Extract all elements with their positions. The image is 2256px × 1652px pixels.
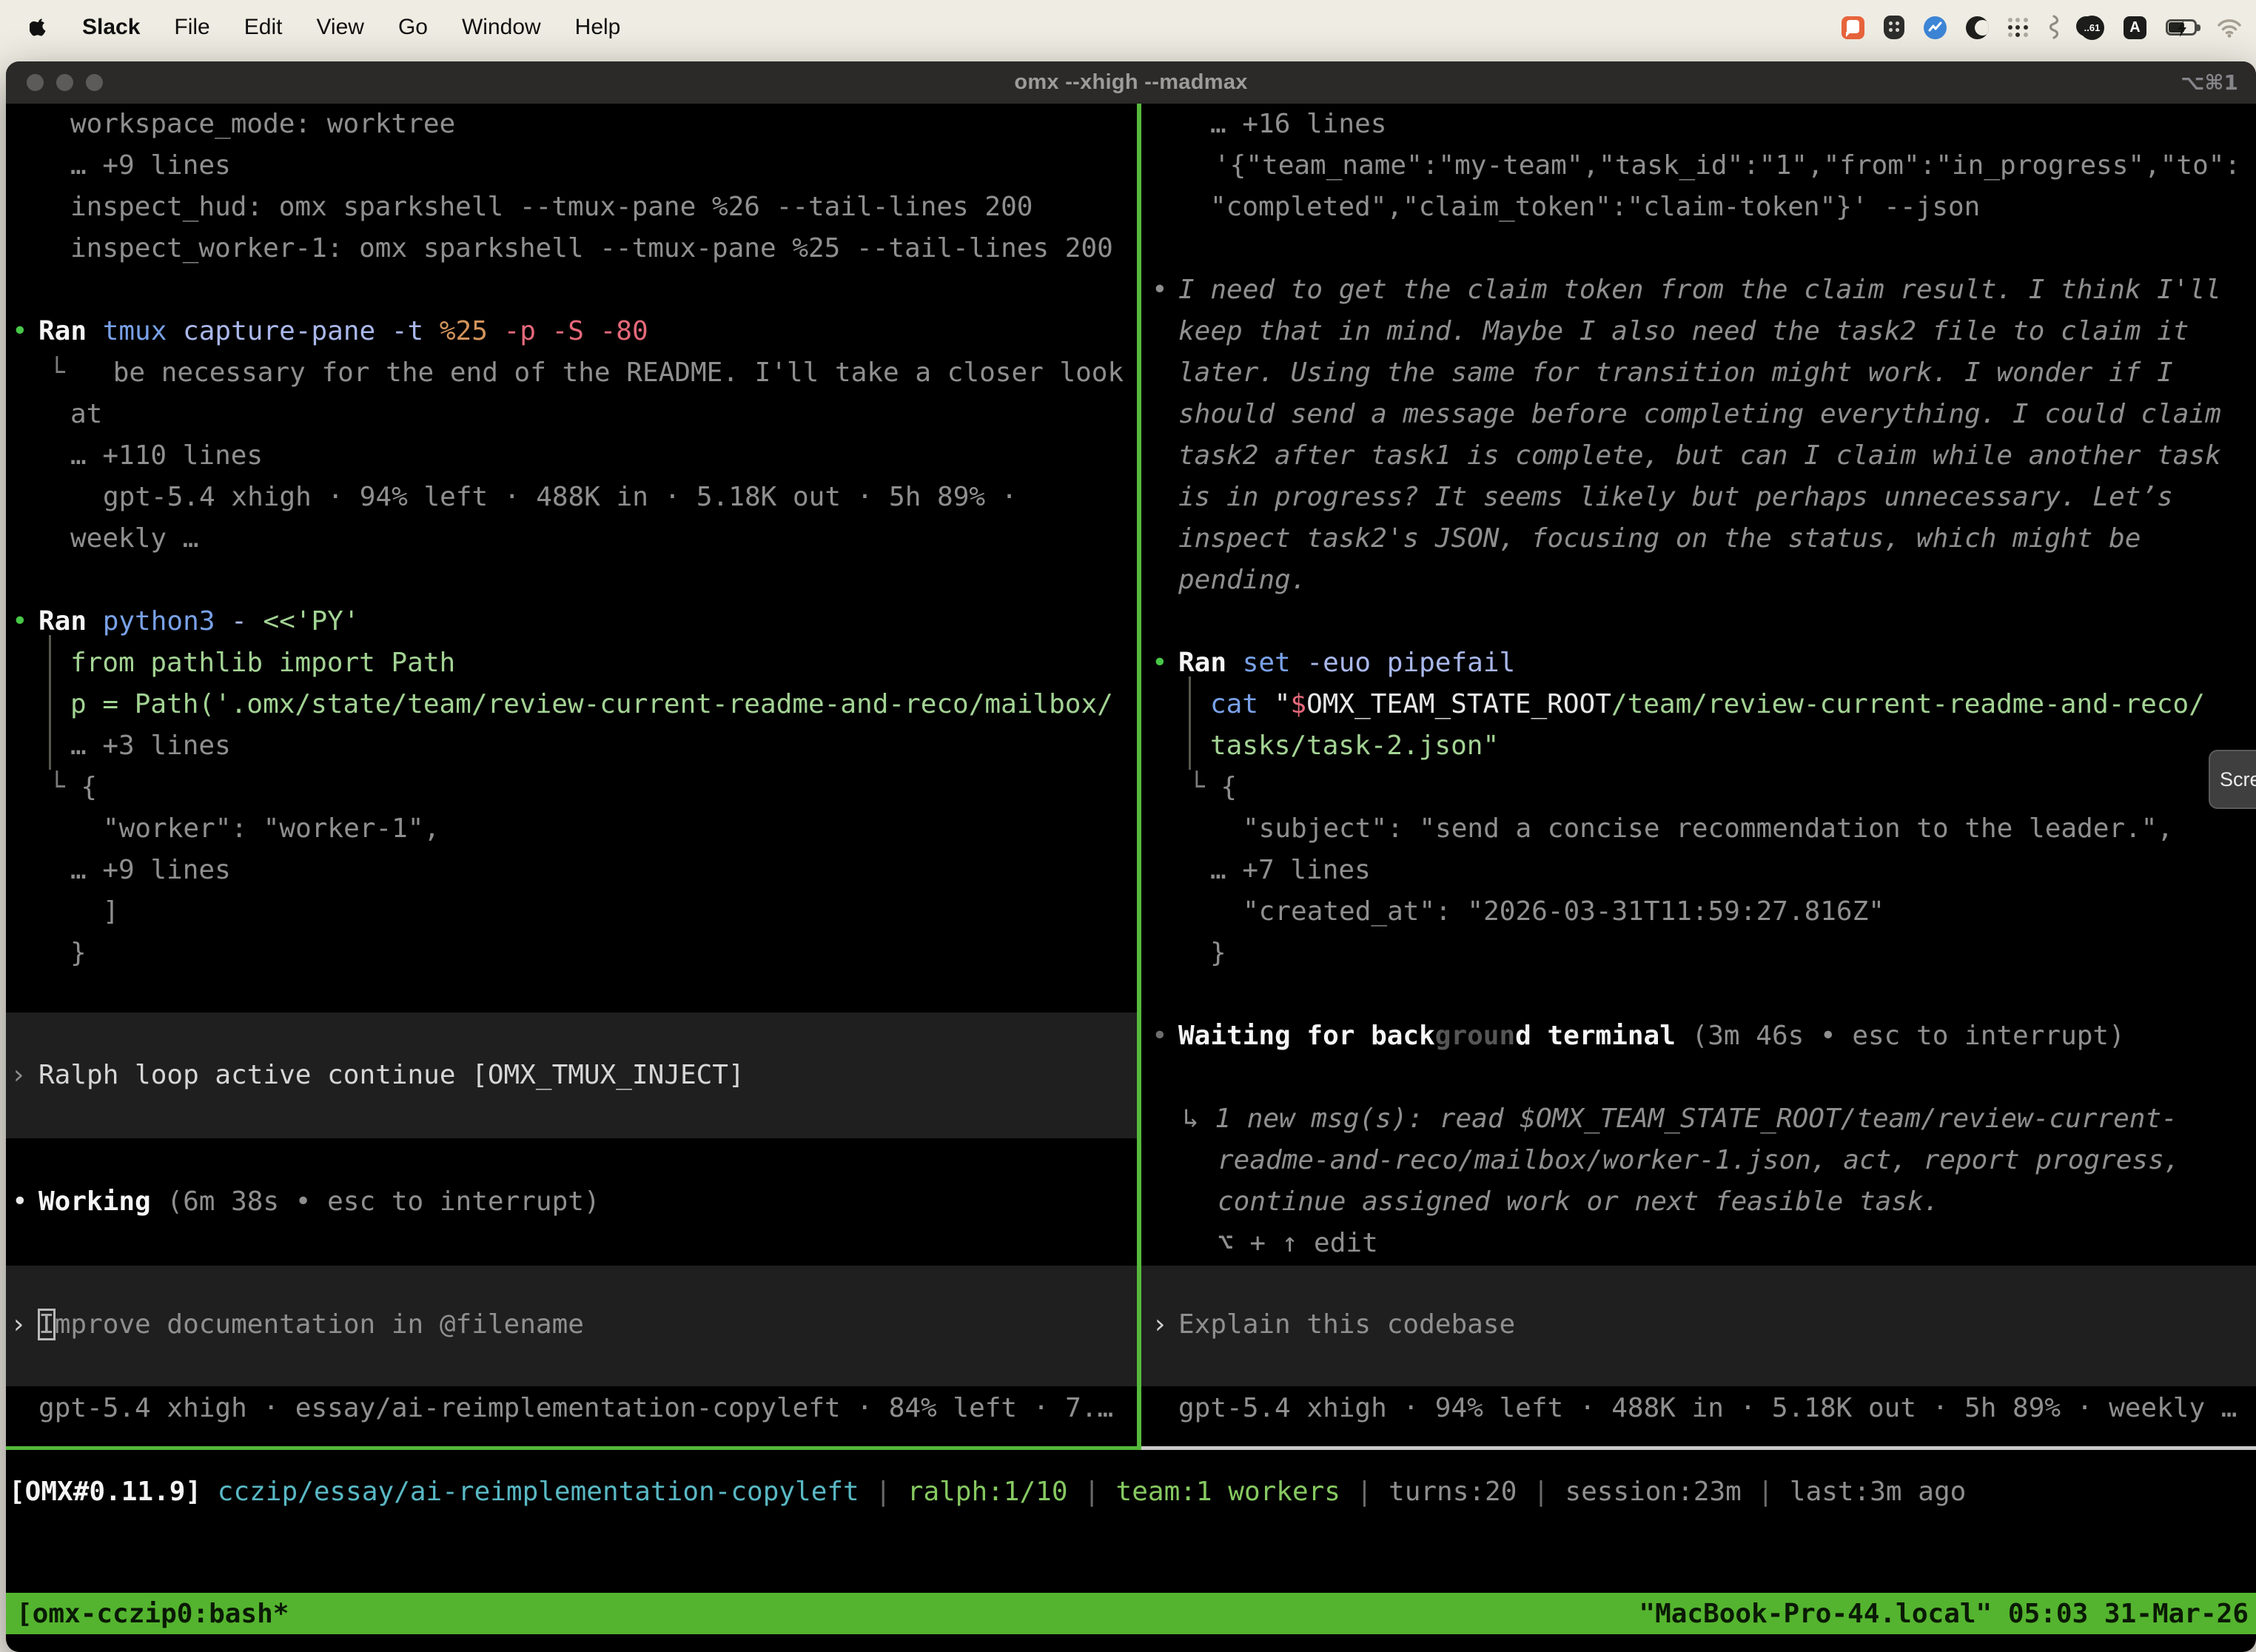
terminal-line: } [1210, 933, 1226, 974]
pane-divider[interactable] [1137, 104, 1141, 1450]
window-titlebar[interactable]: omx --xhigh --madmax ⌥⌘1 [6, 61, 2256, 104]
terminal-line: └ { [49, 767, 97, 808]
line-bullet: • [1152, 642, 1168, 684]
minimize-button[interactable] [56, 74, 73, 91]
terminal-line: should send a message before completing … [1178, 394, 2221, 435]
terminal-line: inspect_hud: omx sparkshell --tmux-pane … [70, 187, 1033, 228]
apple-menu-icon[interactable] [30, 18, 47, 38]
menu-status-icons: ..61 A [1842, 14, 2243, 41]
terminal-line: task2 after task1 is complete, but can I… [1178, 435, 2221, 477]
terminal-line: ⌥ + ↑ edit [1218, 1223, 1378, 1264]
wifi-icon[interactable] [2216, 17, 2243, 38]
terminal-line: gpt-5.4 xhigh · essay/ai-reimplementatio… [38, 1388, 1113, 1429]
line-bullet: • [1152, 1015, 1168, 1057]
terminal-line: gpt-5.4 xhigh · 94% left · 488K in · 5.1… [103, 477, 1017, 518]
terminal-line: from pathlib import Path [70, 642, 455, 684]
screen-overlay-button[interactable]: Scre [2209, 750, 2256, 809]
terminal-line: •Ran set -euo pipefail [1178, 642, 1515, 684]
terminal-line: •Ran tmux capture-pane -t %25 -p -S -80 [38, 311, 648, 352]
line-bullet: • [12, 601, 28, 642]
shield-grid-icon[interactable] [1884, 16, 1904, 39]
terminal-line: continue assigned work or next feasible … [1218, 1181, 1939, 1223]
dots-grid-icon[interactable] [2008, 18, 2028, 38]
terminal-line: •Ran python3 - <<'PY' [38, 601, 360, 642]
omx-status-pane: [OMX#0.11.9] cczip/essay/ai-reimplementa… [6, 1450, 2256, 1593]
terminal-line: keep that in mind. Maybe I also need the… [1178, 311, 2189, 352]
terminal-line: [OMX#0.11.9] cczip/essay/ai-reimplementa… [9, 1471, 1966, 1513]
terminal-line: ›Improve documentation in @filename [38, 1304, 584, 1346]
tmux-host-clock-label: "MacBook-Pro-44.local" 05:03 31-Mar-26 [1639, 1599, 2249, 1629]
terminal-line: p = Path('.omx/state/team/review-current… [70, 684, 1113, 725]
terminal-line: later. Using the same for transition mig… [1178, 352, 2173, 394]
terminal-line: … +16 lines [1210, 104, 1386, 145]
terminal-line: … +7 lines [1210, 850, 1371, 891]
menu-item-file[interactable]: File [174, 15, 209, 40]
squiggle-icon[interactable] [2047, 14, 2061, 41]
tmux-session-label: [omx-cczip0:bash* [16, 1599, 289, 1629]
line-bullet: › [10, 1055, 27, 1096]
terminal-line: is in progress? It seems likely but perh… [1178, 477, 2173, 518]
terminal-line: ›Explain this codebase [1178, 1304, 1515, 1346]
crescent-icon[interactable] [1966, 16, 1989, 39]
block-connector [1189, 676, 1191, 770]
menu-item-go[interactable]: Go [398, 15, 428, 40]
terminal-line: └ be necessary for the end of the README… [49, 352, 1124, 394]
terminal-line: •Working (6m 38s • esc to interrupt) [38, 1181, 600, 1223]
terminal-line: weekly … [70, 518, 198, 560]
block-connector [49, 635, 51, 770]
battery-percent-icon[interactable]: ..61 [2080, 16, 2104, 40]
close-button[interactable] [27, 74, 44, 91]
terminal-line: … +3 lines [70, 725, 231, 767]
terminal-line: "worker": "worker-1", [103, 808, 440, 850]
terminal-line: ] [103, 891, 119, 933]
line-bullet: • [12, 311, 28, 352]
terminal-line: •Waiting for background terminal (3m 46s… [1178, 1015, 2125, 1057]
line-bullet: › [1152, 1304, 1168, 1346]
terminal-line: … +110 lines [70, 435, 263, 477]
line-bullet: • [1152, 269, 1168, 311]
line-bullet: • [12, 1181, 28, 1223]
terminal-line: "completed","claim_token":"claim-token"}… [1210, 187, 1980, 228]
menu-items: Slack File Edit View Go Window Help [82, 15, 620, 40]
terminal-line: … +9 lines [70, 850, 231, 891]
terminal-line: ›Ralph loop active continue [OMX_TMUX_IN… [38, 1055, 745, 1096]
terminal-line: •I need to get the claim token from the … [1178, 269, 2221, 311]
window-title: omx --xhigh --madmax [1014, 70, 1247, 95]
terminal-line: pending. [1178, 560, 1306, 601]
terminal-line: … +9 lines [70, 145, 231, 187]
terminal-line: tasks/task-2.json" [1210, 725, 1499, 767]
terminal-line: inspect task2's JSON, focusing on the st… [1178, 518, 2141, 560]
terminal-line: workspace_mode: worktree [70, 104, 455, 145]
menu-item-edit[interactable]: Edit [244, 15, 283, 40]
terminal-window: omx --xhigh --madmax ⌥⌘1 workspace_mode:… [6, 61, 2256, 1652]
terminal-line: at [70, 394, 102, 435]
menu-item-help[interactable]: Help [575, 15, 621, 40]
battery-charging-icon[interactable] [2166, 19, 2197, 36]
right-terminal-pane[interactable]: … +16 lines'{"team_name":"my-team","task… [1141, 104, 2256, 1450]
menu-item-window[interactable]: Window [462, 15, 541, 40]
zoom-button[interactable] [86, 74, 103, 91]
terminal-line: └ { [1189, 767, 1237, 808]
terminal-line: inspect_worker-1: omx sparkshell --tmux-… [70, 228, 1113, 269]
terminal-line: "created_at": "2026-03-31T11:59:27.816Z" [1243, 891, 1884, 933]
menu-bar: Slack File Edit View Go Window Help ..61 A [0, 0, 2256, 55]
menu-item-view[interactable]: View [316, 15, 363, 40]
left-terminal-pane[interactable]: workspace_mode: worktree… +9 linesinspec… [6, 104, 1137, 1450]
line-bullet: › [10, 1304, 27, 1346]
terminal-line: cat "$OMX_TEAM_STATE_ROOT/team/review-cu… [1210, 684, 2205, 725]
terminal-line: gpt-5.4 xhigh · 94% left · 488K in · 5.1… [1178, 1388, 2237, 1429]
terminal-line: } [70, 933, 87, 974]
blue-badge-icon[interactable] [1924, 16, 1947, 39]
input-source-icon[interactable]: A [2124, 16, 2146, 39]
terminal-line: "subject": "send a concise recommendatio… [1243, 808, 2173, 850]
traffic-lights [27, 74, 103, 91]
window-shortcut-badge: ⌥⌘1 [2181, 61, 2238, 104]
terminal-line: '{"team_name":"my-team","task_id":"1","f… [1214, 145, 2240, 187]
terminal-line: readme-and-reco/mailbox/worker-1.json, a… [1218, 1140, 2180, 1181]
terminal-line: ↳ 1 new msg(s): read $OMX_TEAM_STATE_ROO… [1183, 1098, 2178, 1140]
tmux-status-bar[interactable]: [omx-cczip0:bash* "MacBook-Pro-44.local"… [6, 1593, 2256, 1634]
recording-indicator-icon[interactable] [1842, 16, 1864, 39]
menu-item-slack[interactable]: Slack [82, 15, 140, 40]
